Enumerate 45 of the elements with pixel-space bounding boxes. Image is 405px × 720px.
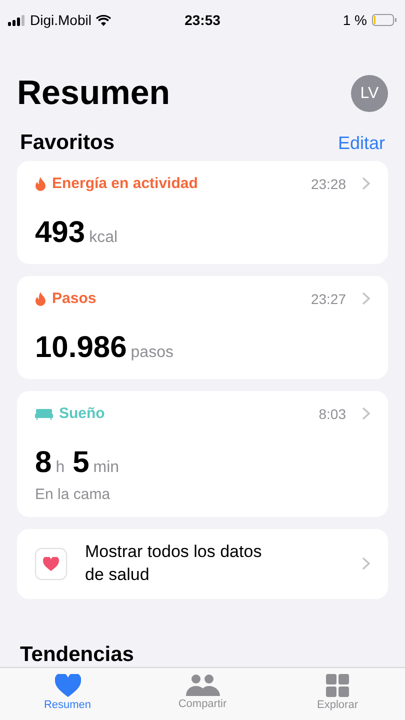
edit-link[interactable]: Editar [338, 133, 385, 154]
flame-icon [35, 176, 46, 190]
page-title: Resumen [17, 74, 170, 113]
metric-unit: h [56, 459, 65, 477]
metric-card[interactable]: Pasos 23:27 10.986 pasos [17, 276, 388, 379]
people-icon [186, 674, 220, 696]
heart-icon [54, 674, 80, 697]
show-all-card[interactable]: Mostrar todos los datos de salud [17, 529, 388, 599]
flame-icon [35, 292, 46, 306]
chevron-icon [362, 557, 370, 570]
show-all-label: Mostrar todos los datos de salud [85, 541, 263, 586]
profile-avatar[interactable]: LV [351, 75, 388, 112]
section-title: Tendencias [20, 642, 135, 667]
metric-card[interactable]: Sueño 8:03 8 h 5 min En la cama [17, 391, 388, 517]
wifi-icon [96, 14, 112, 26]
health-app-icon [35, 548, 67, 580]
metric-unit: kcal [89, 229, 118, 247]
metric-title: Pasos [52, 290, 98, 307]
metric-time: 8:03 [318, 406, 346, 422]
metric-caption: En la cama [35, 486, 112, 503]
chevron-icon [362, 292, 370, 305]
metric-unit: min [93, 459, 120, 477]
clock-time: 23:53 [184, 12, 220, 28]
metric-value: 8 [35, 446, 52, 480]
metric-time: 23:28 [310, 176, 346, 192]
metric-title: Energía en actividad [52, 175, 199, 192]
battery-percent: 1 % [342, 12, 367, 28]
battery-icon [372, 14, 397, 26]
metric-time: 23:27 [310, 290, 346, 306]
metric-value: 10.986 [35, 331, 127, 365]
bed-icon [35, 408, 53, 420]
carrier-name: Digi.Mobil [30, 12, 92, 28]
signal-icon [8, 14, 25, 26]
metric-value: 5 [72, 446, 90, 480]
tab-item[interactable]: Compartir [135, 668, 270, 720]
metric-card[interactable]: Energía en actividad 23:28 493 kcal [17, 161, 388, 264]
metric-title: Sueño [59, 405, 106, 422]
grid-icon [326, 674, 349, 697]
chevron-icon [362, 177, 370, 190]
metric-unit: pasos [130, 344, 174, 362]
metric-value: 493 [35, 216, 86, 250]
tab-item[interactable]: Explorar [270, 668, 405, 720]
tab-item[interactable]: Resumen [0, 668, 135, 720]
section-title: Favoritos [20, 131, 115, 155]
chevron-icon [362, 407, 370, 420]
